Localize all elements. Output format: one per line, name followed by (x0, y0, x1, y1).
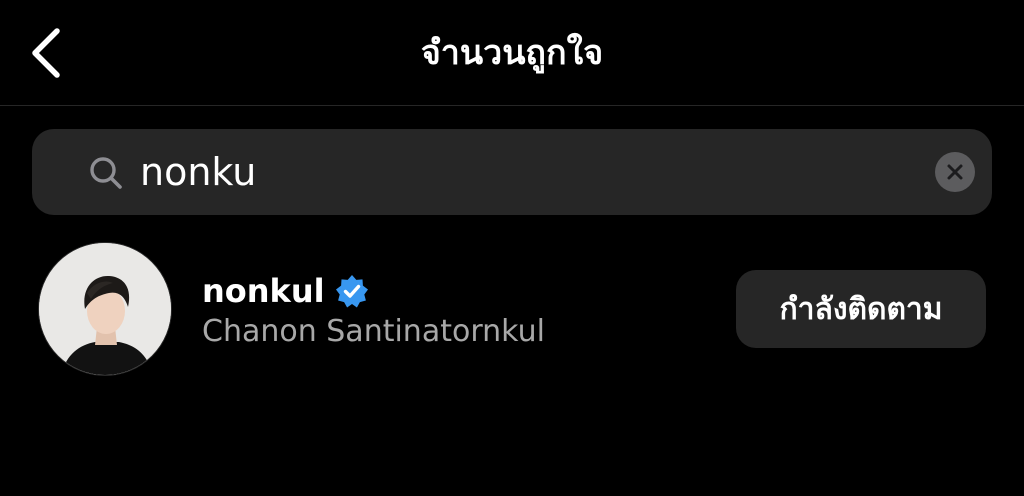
username[interactable]: nonkul (202, 271, 325, 311)
full-name: Chanon Santinatornkul (202, 314, 545, 349)
username-row: nonkul (202, 268, 369, 314)
header: จำนวนถูกใจ (0, 0, 1024, 106)
likes-screen: จำนวนถูกใจ nonku nonkul Chanon Santinato… (0, 0, 1024, 496)
page-title: จำนวนถูกใจ (420, 33, 604, 73)
verified-badge-icon (335, 275, 368, 308)
profile-photo (39, 243, 171, 375)
list-item[interactable]: nonkul Chanon Santinatornkul กำลังติดตาม (0, 236, 1024, 386)
close-icon (947, 164, 963, 180)
avatar[interactable] (38, 242, 172, 376)
following-button[interactable]: กำลังติดตาม (736, 270, 986, 348)
search-icon (90, 157, 122, 189)
search-bar[interactable] (32, 129, 992, 215)
search-input[interactable] (140, 143, 940, 201)
clear-search-button[interactable] (935, 152, 975, 192)
